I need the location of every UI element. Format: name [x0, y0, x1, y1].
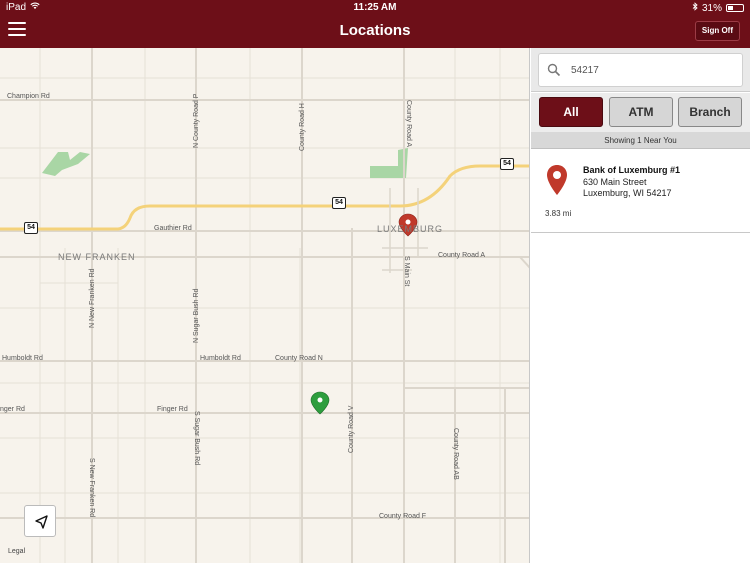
road-label: S Sugar Bush Rd — [193, 411, 200, 466]
road-label: nger Rd — [0, 406, 25, 413]
battery-icon — [726, 4, 744, 12]
location-arrow-icon — [35, 515, 48, 529]
park-area — [42, 152, 90, 176]
sign-off-button[interactable]: Sign Off — [694, 21, 740, 41]
park-area — [370, 148, 408, 178]
location-address-line1: 630 Main Street — [583, 177, 647, 187]
road-label: Finger Rd — [157, 406, 188, 413]
highway-54-shield: 54 — [24, 222, 38, 234]
road-label: Humboldt Rd — [200, 355, 241, 362]
location-name: Bank of Luxemburg #1 — [583, 165, 681, 175]
road-label: N New Franken Rd — [89, 268, 96, 328]
road-label: County Road AB — [452, 428, 459, 480]
road-label: N Sugar Bush Rd — [193, 288, 200, 343]
highway-54-shield: 54 — [500, 158, 514, 170]
road-label: County Road F — [379, 513, 427, 520]
road-label: Humboldt Rd — [2, 355, 43, 362]
search-bar — [531, 48, 750, 92]
status-time: 11:25 AM — [353, 2, 397, 13]
location-distance: 3.83 mi — [545, 209, 572, 218]
bluetooth-icon — [692, 2, 698, 14]
page-title: Locations — [339, 22, 411, 39]
location-address-line2: Luxemburg, WI 54217 — [583, 188, 672, 198]
results-summary: Showing 1 Near You — [531, 132, 750, 149]
road-label: S New Franken Rd — [88, 458, 95, 518]
map-pin-icon — [547, 165, 567, 195]
filter-all-button[interactable]: All — [539, 97, 603, 127]
town-label: NEW FRANKEN — [58, 252, 136, 262]
highway-54 — [0, 164, 529, 231]
filter-branch-button[interactable]: Branch — [678, 97, 742, 127]
battery-fill — [728, 6, 733, 10]
search-field[interactable] — [538, 53, 743, 87]
road-label: S Main St — [403, 256, 410, 287]
filter-atm-button[interactable]: ATM — [609, 97, 673, 127]
filter-tabs: All ATM Branch — [531, 93, 750, 132]
road-label: County Road N — [275, 355, 323, 362]
town-label: LUXEMBURG — [377, 224, 444, 234]
map-canvas — [0, 48, 529, 563]
road-label: Gauthier Rd — [154, 225, 192, 232]
battery-percent: 31% — [701, 2, 722, 14]
map-view[interactable]: 54 54 54 Champion Rd Gauthier Rd County … — [0, 48, 530, 563]
user-location-pin — [310, 391, 330, 415]
location-result-item[interactable]: Bank of Luxemburg #1 630 Main Street Lux… — [531, 149, 750, 233]
locations-sidebar: All ATM Branch Showing 1 Near You Bank o… — [531, 48, 750, 563]
status-bar: iPad 11:25 AM 31% — [0, 0, 750, 15]
legal-link[interactable]: Legal — [8, 548, 25, 555]
road-label: County Road A — [405, 100, 412, 148]
search-icon — [547, 63, 561, 77]
locate-me-button[interactable] — [24, 505, 56, 537]
road-label: N County Road P — [193, 93, 200, 148]
highway-54-shield: 54 — [332, 197, 346, 209]
road-label: Champion Rd — [7, 93, 50, 100]
road-label: County Road H — [299, 103, 306, 151]
road-label: County Road V — [348, 405, 355, 453]
road-label: County Road A — [438, 252, 486, 259]
nav-bar: Locations Sign Off — [0, 15, 750, 48]
search-input[interactable] — [571, 62, 731, 78]
